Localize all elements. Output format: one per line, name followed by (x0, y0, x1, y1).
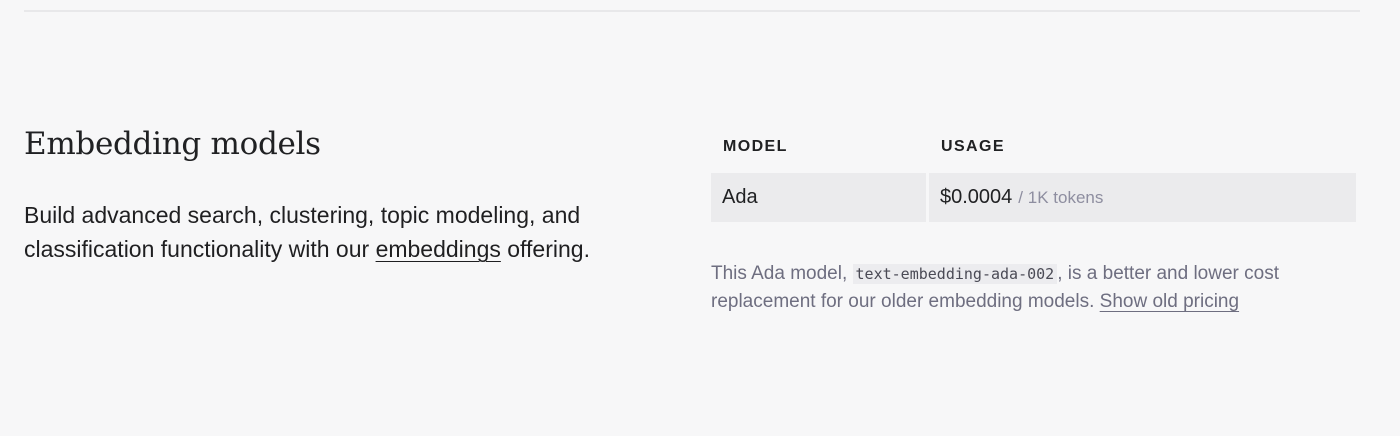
column-header-usage: USAGE (941, 138, 1005, 155)
price-unit: / 1K tokens (1018, 187, 1104, 207)
usage-cell: $0.0004 / 1K tokens (929, 173, 1356, 222)
embeddings-link[interactable]: embeddings (376, 236, 501, 262)
section-intro: Embedding models Build advanced search, … (24, 122, 634, 266)
section-title: Embedding models (24, 126, 321, 162)
pricing-panel: MODEL USAGE Ada $0.0004 / 1K tokens This… (711, 124, 1357, 316)
show-old-pricing-link[interactable]: Show old pricing (1100, 291, 1239, 312)
model-cell: Ada (711, 173, 926, 222)
section-divider (24, 10, 1360, 12)
model-name: Ada (722, 186, 758, 208)
description-text-end: offering. (500, 236, 590, 262)
price-value: $0.0004 (940, 186, 1013, 208)
pricing-footnote: This Ada model, text-embedding-ada-002, … (711, 260, 1357, 316)
section-description: Build advanced search, clustering, topic… (24, 198, 634, 266)
column-header-model: MODEL (723, 138, 788, 155)
footnote-text: This Ada model, (711, 263, 853, 284)
pricing-table: MODEL USAGE Ada $0.0004 / 1K tokens (711, 124, 1357, 222)
model-id-code: text-embedding-ada-002 (852, 264, 1058, 284)
